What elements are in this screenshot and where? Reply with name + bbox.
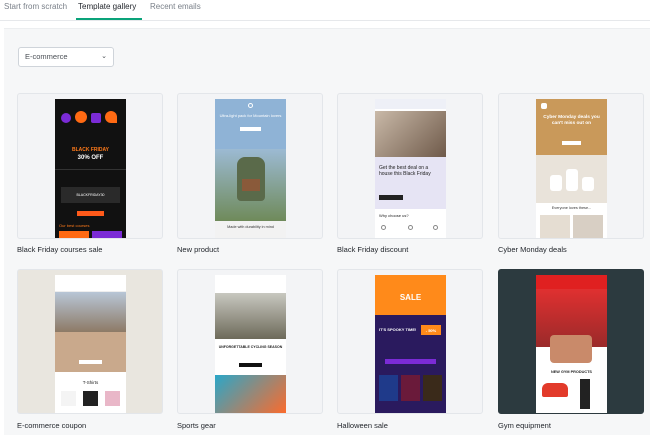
preview-subhead: T-Shirts (82, 380, 99, 385)
template-name: Black Friday discount (337, 245, 409, 254)
template-card-sports-gear[interactable]: UNFORGETTABLE CYCLING SEASON (177, 269, 323, 414)
template-card-gym-equipment[interactable]: NEW GYM PRODUCTS (498, 269, 644, 414)
preview-subhead: Everyone loves these... (551, 206, 592, 210)
tab-recent-emails[interactable]: Recent emails (150, 2, 201, 11)
template-name: New product (177, 245, 220, 254)
preview-discount: - 50% (425, 328, 437, 333)
template-preview: SALE IT'S SPOOKY TIME! - 50% (375, 275, 446, 413)
template-preview: UNFORGETTABLE CYCLING SEASON (215, 275, 286, 413)
template-name: Gym equipment (498, 421, 551, 430)
preview-caption: Made with durability in mind (227, 225, 274, 229)
template-preview: T-Shirts (55, 275, 126, 413)
preview-discount: 30% OFF (77, 155, 104, 161)
template-card-cyber-monday-deals[interactable]: Cyber Monday deals you can't miss out on… (498, 93, 644, 239)
preview-headline: SALE (399, 293, 422, 302)
chevron-down-icon: ⌄ (101, 53, 107, 60)
template-preview: BLACK FRIDAY 30% OFF BLACKFRIDAY30 Our b… (55, 99, 126, 238)
active-tab-indicator (76, 18, 142, 20)
preview-headline: Cyber Monday deals you can't miss out on (543, 115, 600, 126)
template-card-halloween-sale[interactable]: SALE IT'S SPOOKY TIME! - 50% (337, 269, 483, 414)
category-select-value: E-commerce (25, 52, 68, 61)
template-card-e-commerce-coupon[interactable]: T-Shirts (17, 269, 163, 414)
preview-footer: Our best courses (59, 223, 90, 228)
template-preview: Cyber Monday deals you can't miss out on… (536, 99, 607, 238)
template-name: Cyber Monday deals (498, 245, 567, 254)
preview-code: BLACKFRIDAY30 (76, 193, 105, 197)
template-name: E-commerce coupon (17, 421, 87, 430)
tab-bar: Start from scratch Template gallery Rece… (0, 0, 650, 21)
tab-start-from-scratch[interactable]: Start from scratch (4, 2, 67, 11)
template-name: Black Friday courses sale (17, 245, 103, 254)
template-name: Sports gear (177, 421, 216, 430)
template-card-new-product[interactable]: Ultra-light pack for Mountain lovers Mad… (177, 93, 323, 239)
preview-headline: Ultra-light pack for Mountain lovers (219, 113, 282, 118)
template-preview: Ultra-light pack for Mountain lovers Mad… (215, 99, 286, 238)
preview-headline: Get the best deal on a house this Black … (379, 165, 431, 177)
template-card-black-friday-discount[interactable]: Get the best deal on a house this Black … (337, 93, 483, 239)
template-preview: Get the best deal on a house this Black … (375, 99, 446, 238)
preview-subhead: NEW GYM PRODUCTS (551, 370, 592, 374)
template-name: Halloween sale (337, 421, 388, 430)
preview-subhead: IT'S SPOOKY TIME! (379, 327, 417, 332)
preview-subhead: Why choose us? (379, 213, 409, 218)
preview-headline: UNFORGETTABLE CYCLING SEASON (218, 345, 283, 349)
tab-template-gallery[interactable]: Template gallery (78, 2, 136, 11)
preview-headline: BLACK FRIDAY (71, 147, 110, 153)
template-preview: NEW GYM PRODUCTS (536, 275, 607, 413)
category-select[interactable]: E-commerce ⌄ (18, 47, 114, 67)
template-card-black-friday-courses-sale[interactable]: BLACK FRIDAY 30% OFF BLACKFRIDAY30 Our b… (17, 93, 163, 239)
